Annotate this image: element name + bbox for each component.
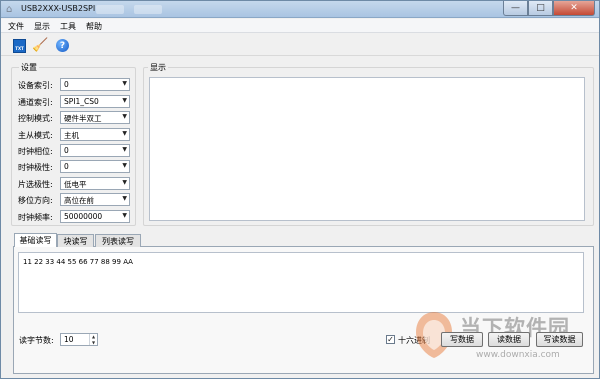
- maximize-icon: □: [536, 2, 545, 13]
- dropdown-arrow-icon: ▼: [122, 195, 127, 202]
- clock-frequency-select[interactable]: 50000000 ▼: [60, 210, 130, 223]
- data-input-text: 11 22 33 44 55 66 77 88 99 AA: [23, 258, 133, 266]
- app-icon: ⌂: [6, 4, 13, 15]
- dropdown-arrow-icon: ▼: [122, 80, 127, 87]
- cs-polarity-label: 片选极性:: [18, 180, 53, 189]
- menu-help[interactable]: 帮助: [86, 21, 102, 32]
- title-decoration: [134, 5, 162, 14]
- window-title: USB2XXX-USB2SPI: [21, 4, 96, 13]
- spin-down-icon[interactable]: ▼: [90, 340, 97, 346]
- dropdown-arrow-icon: ▼: [122, 97, 127, 104]
- master-slave-select[interactable]: 主机 ▼: [60, 128, 130, 141]
- clock-phase-label: 时钟相位:: [18, 147, 53, 156]
- minimize-icon: —: [511, 2, 520, 13]
- clock-phase-select[interactable]: 0 ▼: [60, 144, 130, 157]
- display-label: 显示: [148, 62, 168, 73]
- clock-polarity-label: 时钟极性:: [18, 163, 53, 172]
- dropdown-arrow-icon: ▼: [122, 212, 127, 219]
- tab-list-rw[interactable]: 列表读写: [95, 234, 141, 247]
- broom-clear-icon: 🧹: [32, 38, 49, 53]
- dropdown-arrow-icon: ▼: [122, 130, 127, 137]
- dropdown-arrow-icon: ▼: [122, 162, 127, 169]
- app-window: ⌂ USB2XXX-USB2SPI — □ ✕ 文件 显示 工具 帮助 TXT …: [0, 0, 600, 379]
- close-icon: ✕: [570, 2, 578, 13]
- channel-index-select[interactable]: SPI1_CS0 ▼: [60, 95, 130, 108]
- channel-index-label: 通道索引:: [18, 98, 53, 107]
- read-bytes-label: 读字节数:: [19, 336, 54, 345]
- title-bar[interactable]: ⌂ USB2XXX-USB2SPI — □ ✕: [1, 1, 599, 18]
- watermark-url: www.downxia.com: [476, 350, 560, 360]
- device-index-select[interactable]: 0 ▼: [60, 78, 130, 91]
- write-read-button[interactable]: 写读数据: [536, 332, 583, 347]
- toolbar: TXT 🧹 ?: [1, 34, 599, 56]
- control-mode-label: 控制模式:: [18, 114, 53, 123]
- menu-file[interactable]: 文件: [8, 21, 24, 32]
- display-output[interactable]: [149, 77, 585, 221]
- clock-frequency-label: 时钟频率:: [18, 213, 53, 222]
- write-button[interactable]: 写数据: [441, 332, 483, 347]
- dropdown-arrow-icon: ▼: [122, 179, 127, 186]
- cs-polarity-select[interactable]: 低电平 ▼: [60, 177, 130, 190]
- title-decoration: [96, 5, 124, 14]
- menu-view[interactable]: 显示: [34, 21, 50, 32]
- master-slave-label: 主从模式:: [18, 131, 53, 140]
- maximize-button[interactable]: □: [528, 1, 553, 16]
- device-index-label: 设备索引:: [18, 81, 53, 90]
- menu-bar: 文件 显示 工具 帮助: [1, 19, 599, 33]
- hex-checkbox[interactable]: ✓: [386, 335, 395, 344]
- shift-direction-label: 移位方向:: [18, 196, 53, 205]
- close-button[interactable]: ✕: [553, 1, 595, 16]
- read-button[interactable]: 读数据: [488, 332, 530, 347]
- help-button[interactable]: ?: [54, 37, 71, 54]
- shift-direction-select[interactable]: 高位在前 ▼: [60, 193, 130, 206]
- control-mode-select[interactable]: 硬件半双工 ▼: [60, 111, 130, 124]
- clock-polarity-select[interactable]: 0 ▼: [60, 160, 130, 173]
- data-input[interactable]: 11 22 33 44 55 66 77 88 99 AA: [18, 252, 584, 313]
- menu-tools[interactable]: 工具: [60, 21, 76, 32]
- spinner-buttons: ▲ ▼: [89, 334, 97, 345]
- clear-button[interactable]: 🧹: [32, 37, 49, 54]
- minimize-button[interactable]: —: [503, 1, 528, 16]
- txt-file-icon: TXT: [13, 38, 26, 53]
- help-icon: ?: [56, 39, 69, 52]
- checkmark-icon: ✓: [387, 335, 394, 344]
- read-bytes-spinner[interactable]: 10 ▲ ▼: [60, 333, 98, 346]
- tab-basic-rw[interactable]: 基础读写: [14, 233, 57, 247]
- save-txt-button[interactable]: TXT: [11, 37, 28, 54]
- dropdown-arrow-icon: ▼: [122, 146, 127, 153]
- dropdown-arrow-icon: ▼: [122, 113, 127, 120]
- tab-block-rw[interactable]: 块读写: [57, 234, 94, 247]
- window-controls: — □ ✕: [503, 1, 595, 16]
- settings-label: 设置: [19, 62, 39, 73]
